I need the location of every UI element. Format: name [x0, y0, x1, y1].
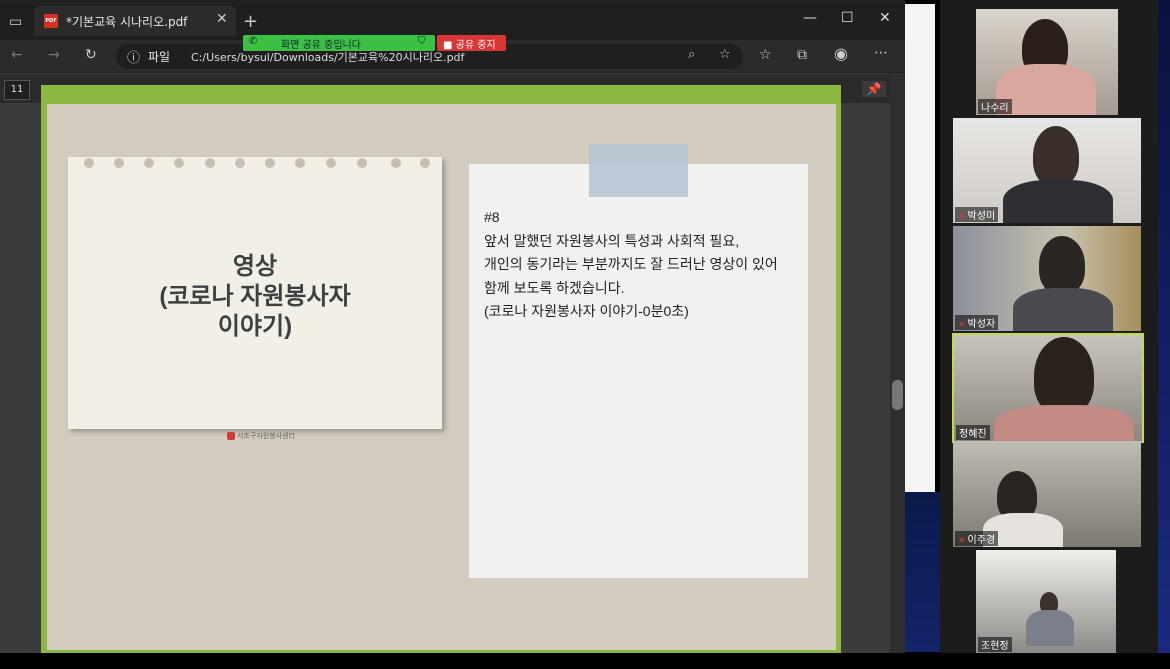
- participant-video: [1003, 180, 1113, 223]
- favorites-icon[interactable]: ☆: [759, 47, 772, 63]
- tape-decoration: [589, 144, 688, 197]
- note-line: #8: [484, 209, 500, 225]
- note-line: 앞서 말했던 자원봉사의 특성과 사회적 필요,: [484, 232, 740, 249]
- logo-mark-icon: [227, 432, 235, 440]
- scrollbar[interactable]: [890, 73, 905, 653]
- binder-ring: [326, 158, 336, 168]
- binder-ring: [174, 158, 184, 168]
- participant-name: 나수리: [978, 99, 1012, 114]
- binder-ring: [357, 158, 367, 168]
- participant-tile[interactable]: ✕ 이주경: [953, 441, 1141, 547]
- note-line: (코로나 자원봉사자 이야기-0분0초): [484, 303, 689, 319]
- page-number-field[interactable]: 11: [4, 80, 30, 100]
- tab-title: *기본교육 시나리오.pdf: [66, 15, 188, 29]
- binder-ring: [205, 158, 215, 168]
- participant-video: [1026, 610, 1074, 646]
- participant-video: [1013, 288, 1113, 331]
- binder-ring: [420, 158, 430, 168]
- participant-video: [1034, 337, 1094, 415]
- participant-tile[interactable]: 나수리: [976, 9, 1118, 115]
- forward-icon[interactable]: →: [48, 47, 60, 63]
- collections-icon[interactable]: ⧉: [797, 47, 807, 63]
- shield-icon: ⛉: [418, 36, 426, 47]
- logo-text: 서초구자원봉사센터: [237, 432, 295, 440]
- share-status-text: 화면 공유 중입니다: [281, 40, 361, 51]
- tab-actions-icon[interactable]: ▭: [9, 14, 22, 30]
- participant-name: 조현정: [978, 637, 1012, 652]
- taskbar: [0, 653, 1170, 669]
- tab-pdf[interactable]: PDF *기본교육 시나리오.pdf ✕: [34, 6, 236, 36]
- heading-line: (코로나 자원봉사자: [159, 283, 351, 310]
- muted-mic-icon: ✕: [958, 320, 966, 330]
- note-line: 개인의 동기라는 부분까지도 잘 드러난 영상이 있어: [484, 256, 778, 272]
- stop-share-label: ■ 공유 중지: [443, 40, 496, 51]
- back-icon[interactable]: ←: [11, 47, 23, 63]
- participant-name: 정혜진: [956, 425, 990, 440]
- participant-video: [994, 405, 1134, 441]
- heading-line: 영상: [232, 253, 278, 280]
- muted-mic-icon: ✕: [958, 536, 966, 546]
- binder-ring: [144, 158, 154, 168]
- pin-toolbar-icon[interactable]: 📌: [862, 81, 886, 97]
- refresh-icon[interactable]: ↻: [85, 47, 97, 63]
- maximize-icon[interactable]: ☐: [841, 10, 854, 26]
- scrollbar-thumb[interactable]: [892, 380, 903, 410]
- pdf-file-icon: PDF: [44, 14, 58, 28]
- slide-notes: #8 앞서 말했던 자원봉사의 특성과 사회적 필요, 개인의 동기라는 부분까…: [484, 206, 804, 324]
- minimize-icon[interactable]: —: [803, 10, 817, 26]
- organization-logo: 서초구자원봉사센터: [227, 431, 295, 441]
- heading-line: 이야기): [217, 313, 293, 340]
- close-window-icon[interactable]: ✕: [879, 10, 891, 26]
- zoom-icon[interactable]: ⌕: [688, 47, 695, 62]
- address-url: C:/Users/bysul/Downloads/기본교육%20시나리오.pdf: [191, 51, 465, 64]
- binder-ring: [235, 158, 245, 168]
- muted-mic-icon: ✕: [958, 212, 966, 222]
- share-status-banner: ✆ 화면 공유 중입니다 ⛉: [243, 35, 435, 51]
- participant-video: [1039, 236, 1085, 294]
- participant-tile[interactable]: ✕ 박성자: [953, 226, 1141, 331]
- profile-avatar-icon[interactable]: ◉: [834, 46, 848, 62]
- address-prefix: 파일: [148, 50, 171, 64]
- tab-close-icon[interactable]: ✕: [216, 11, 228, 27]
- binder-ring: [84, 158, 94, 168]
- phone-icon: ✆: [249, 36, 258, 47]
- participant-name: ✕ 이주경: [955, 531, 999, 546]
- desktop-wallpaper: [905, 492, 940, 652]
- participant-video: [1033, 126, 1079, 186]
- binder-ring: [265, 158, 275, 168]
- note-line: 함께 보도록 하겠습니다.: [484, 279, 625, 296]
- new-tab-icon[interactable]: +: [243, 13, 258, 31]
- participant-tile[interactable]: 정혜진: [952, 333, 1144, 443]
- info-icon[interactable]: ⓘ: [127, 47, 140, 66]
- participant-name: ✕ 박성자: [955, 315, 999, 330]
- desktop-wallpaper: [1158, 0, 1170, 655]
- stop-share-button[interactable]: ■ 공유 중지: [437, 35, 506, 51]
- participant-tile[interactable]: 조현정: [976, 550, 1116, 653]
- binder-ring: [114, 158, 124, 168]
- slide-heading: 영상 (코로나 자원봉사자 이야기): [68, 252, 442, 342]
- add-favorite-icon[interactable]: ☆: [719, 47, 731, 62]
- participant-name: ✕ 박성미: [955, 207, 999, 222]
- more-menu-icon[interactable]: ⋯: [874, 45, 888, 61]
- binder-ring: [391, 158, 401, 168]
- background-window: [905, 4, 935, 492]
- binder-ring: [295, 158, 305, 168]
- participant-tile[interactable]: ✕ 박성미: [953, 118, 1141, 223]
